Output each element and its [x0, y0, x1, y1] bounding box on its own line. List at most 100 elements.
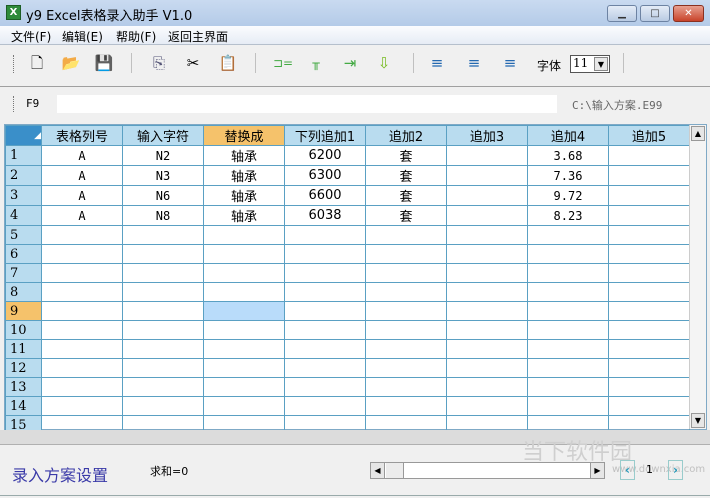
- row-header[interactable]: 12: [5, 358, 42, 378]
- grid-cell[interactable]: [122, 377, 204, 397]
- insert-column-icon[interactable]: ⊐=: [273, 53, 293, 73]
- grid-cell[interactable]: [608, 320, 690, 340]
- grid-cell[interactable]: [527, 377, 609, 397]
- row-header[interactable]: 6: [5, 244, 42, 264]
- grid-cell[interactable]: 9.72: [527, 185, 609, 206]
- grid-cell[interactable]: [203, 282, 285, 302]
- append-row-icon[interactable]: ⇩: [374, 53, 394, 73]
- grid-cell[interactable]: 6038: [284, 205, 366, 226]
- column-header[interactable]: 表格列号: [41, 125, 123, 146]
- grid-cell[interactable]: [122, 320, 204, 340]
- grid-cell[interactable]: 6200: [284, 145, 366, 166]
- grid-cell[interactable]: [284, 377, 366, 397]
- grid-cell[interactable]: N2: [122, 145, 204, 166]
- grid-cell[interactable]: [365, 339, 447, 359]
- append-column-icon[interactable]: ⇥: [340, 53, 360, 73]
- formula-grip[interactable]: [13, 96, 16, 112]
- align-right-icon[interactable]: ≡: [500, 53, 520, 73]
- grid-cell[interactable]: [527, 396, 609, 416]
- open-folder-icon[interactable]: 📂: [61, 53, 81, 73]
- grid-cell[interactable]: [608, 205, 690, 226]
- grid-cell[interactable]: [41, 377, 123, 397]
- menu-return-main[interactable]: 返回主界面: [168, 28, 228, 45]
- grid-cell[interactable]: A: [41, 165, 123, 186]
- column-header[interactable]: 追加3: [446, 125, 528, 146]
- grid-cell[interactable]: [284, 301, 366, 321]
- column-header[interactable]: 替换成: [203, 125, 285, 146]
- grid-cell[interactable]: [446, 301, 528, 321]
- maximize-button[interactable]: □: [640, 5, 670, 22]
- grid-cell[interactable]: [365, 301, 447, 321]
- grid-cell[interactable]: [122, 358, 204, 378]
- column-header[interactable]: 追加2: [365, 125, 447, 146]
- grid-cell[interactable]: [608, 263, 690, 283]
- column-header[interactable]: 追加4: [527, 125, 609, 146]
- grid-cell[interactable]: [203, 225, 285, 245]
- grid-cell[interactable]: [608, 225, 690, 245]
- grid-cell[interactable]: [446, 282, 528, 302]
- grid-cell[interactable]: [365, 396, 447, 416]
- grid-cell[interactable]: [446, 263, 528, 283]
- grid-cell[interactable]: [365, 263, 447, 283]
- insert-row-icon[interactable]: ╥: [306, 53, 326, 73]
- grid-cell[interactable]: N8: [122, 205, 204, 226]
- grid-cell[interactable]: A: [41, 185, 123, 206]
- font-size-select[interactable]: 11 ▼: [570, 55, 610, 73]
- grid-cell[interactable]: 8.23: [527, 205, 609, 226]
- grid-cell[interactable]: N6: [122, 185, 204, 206]
- row-header[interactable]: 7: [5, 263, 42, 283]
- scroll-up-arrow[interactable]: ▲: [691, 126, 705, 141]
- grid-cell[interactable]: [284, 263, 366, 283]
- cut-icon[interactable]: ✂: [183, 53, 203, 73]
- grid-cell[interactable]: [203, 301, 285, 321]
- grid-cell[interactable]: [608, 145, 690, 166]
- grid-cell[interactable]: [608, 358, 690, 378]
- chevron-down-icon[interactable]: ▼: [594, 57, 608, 71]
- grid-cell[interactable]: [122, 225, 204, 245]
- grid-cell[interactable]: 6600: [284, 185, 366, 206]
- grid-cell[interactable]: [41, 282, 123, 302]
- grid-cell[interactable]: 套: [365, 165, 447, 186]
- row-header[interactable]: 4: [5, 205, 42, 226]
- grid-cell[interactable]: 轴承: [203, 165, 285, 186]
- grid-cell[interactable]: [527, 320, 609, 340]
- grid-cell[interactable]: [446, 185, 528, 206]
- row-header[interactable]: 10: [5, 320, 42, 340]
- grid-cell[interactable]: [284, 225, 366, 245]
- grid-cell[interactable]: 轴承: [203, 145, 285, 166]
- grid-cell[interactable]: [608, 301, 690, 321]
- column-header[interactable]: 输入字符: [122, 125, 204, 146]
- grid-cell[interactable]: [41, 358, 123, 378]
- row-header[interactable]: 8: [5, 282, 42, 302]
- grid-cell[interactable]: [41, 244, 123, 264]
- grid-cell[interactable]: [365, 377, 447, 397]
- grid-cell[interactable]: [122, 396, 204, 416]
- grid-cell[interactable]: [527, 282, 609, 302]
- grid-cell[interactable]: [41, 339, 123, 359]
- grid-cell[interactable]: [203, 358, 285, 378]
- grid-cell[interactable]: [41, 301, 123, 321]
- scroll-left-arrow[interactable]: ◀: [371, 463, 385, 478]
- grid-cell[interactable]: [122, 244, 204, 264]
- grid-cell[interactable]: [284, 339, 366, 359]
- grid-cell[interactable]: [284, 282, 366, 302]
- grid-cell[interactable]: [608, 185, 690, 206]
- minimize-button[interactable]: ▁: [607, 5, 637, 22]
- copy-icon[interactable]: ⎘: [149, 53, 169, 73]
- grid-cell[interactable]: [365, 244, 447, 264]
- grid-cell[interactable]: 套: [365, 185, 447, 206]
- select-all-corner[interactable]: ◢: [5, 125, 42, 146]
- grid-cell[interactable]: [41, 320, 123, 340]
- grid-cell[interactable]: [122, 339, 204, 359]
- cell-value-input[interactable]: [57, 95, 557, 113]
- grid-cell[interactable]: [203, 320, 285, 340]
- grid-cell[interactable]: [446, 339, 528, 359]
- grid-cell[interactable]: [365, 320, 447, 340]
- grid-cell[interactable]: [527, 244, 609, 264]
- save-icon[interactable]: 💾: [94, 53, 114, 73]
- grid-cell[interactable]: [203, 263, 285, 283]
- grid-cell[interactable]: 套: [365, 205, 447, 226]
- grid-cell[interactable]: [284, 244, 366, 264]
- align-center-icon[interactable]: ≡: [464, 53, 484, 73]
- column-header[interactable]: 追加5: [608, 125, 690, 146]
